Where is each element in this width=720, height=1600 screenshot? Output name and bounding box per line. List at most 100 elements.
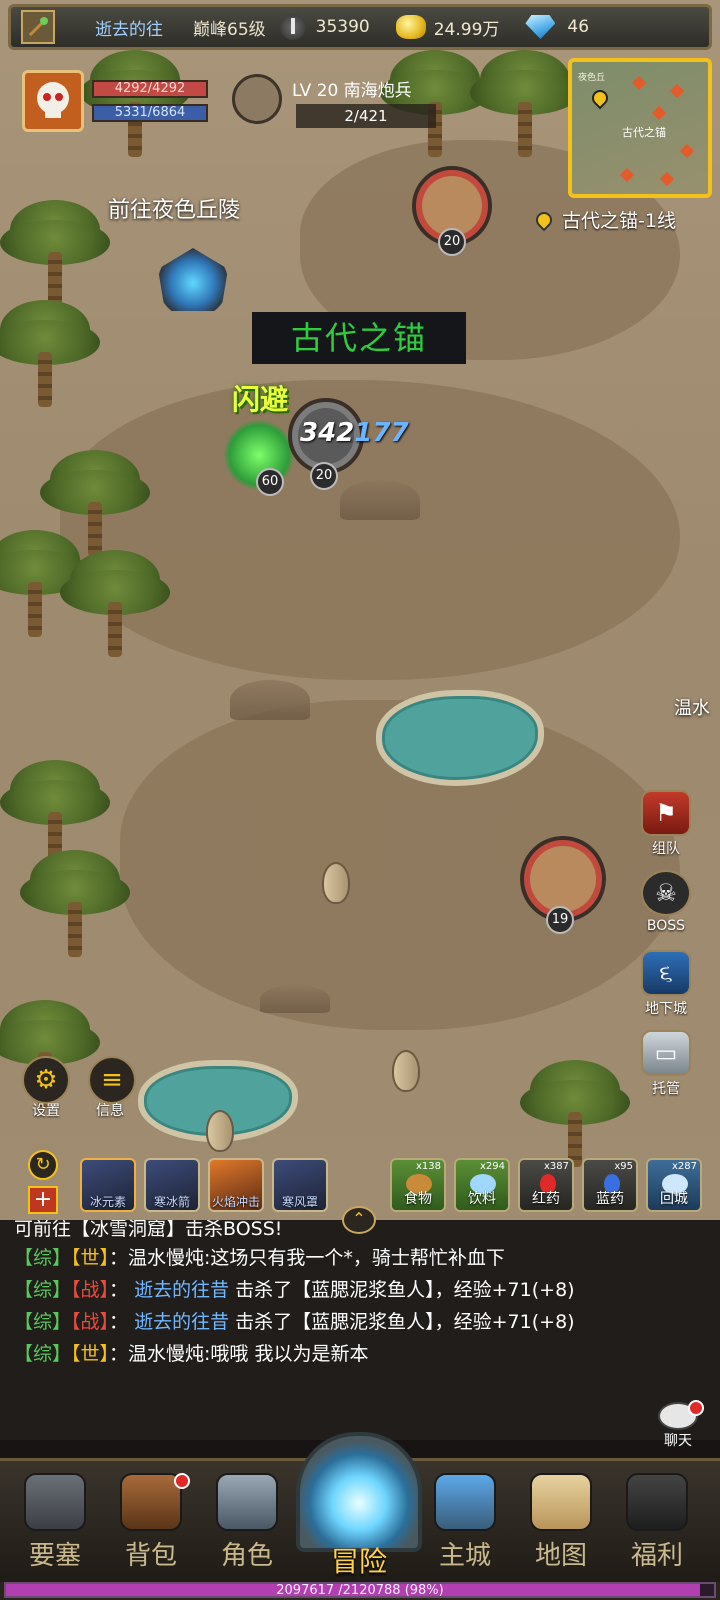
chat-player-name[interactable]: 逝去的往昔 (134, 1279, 229, 1301)
nav-map[interactable]: 地图 (520, 1473, 602, 1583)
skill-slot[interactable]: 寒风罩 (272, 1158, 328, 1212)
minimap-marker (659, 171, 675, 187)
chat-text: 击杀了【蓝腮泥浆鱼人】，经验+71(+8) (229, 1311, 575, 1333)
chat-button-label: 聊天 (664, 1433, 692, 1449)
minimap-marker (669, 83, 685, 99)
peak-level: 巅峰65级 (193, 19, 266, 40)
nav-welfare[interactable]: 福利 (616, 1473, 698, 1583)
item-slot-food[interactable]: x138 食物 (390, 1158, 446, 1212)
nav-main-city[interactable]: 主城 (424, 1473, 506, 1583)
nav-fortress[interactable]: 要塞 (14, 1473, 96, 1583)
nav-adventure[interactable]: 冒险 (296, 1432, 422, 1582)
item-count: x138 (415, 1161, 441, 1172)
minimap[interactable]: 夜色丘 古代之锚 (568, 58, 712, 198)
player-level-badge: 60 (256, 468, 284, 496)
palm-tree (80, 40, 190, 160)
gift-pot-icon (626, 1473, 688, 1531)
palm-tree (20, 840, 130, 960)
dungeon-swirl-icon: ૬ (641, 950, 691, 996)
settings-button[interactable]: ⚙ (22, 1056, 70, 1104)
chat-channel-tag: 【综】 (14, 1343, 72, 1365)
skill-name: 火焰冲击 (211, 1195, 260, 1209)
info-button[interactable]: ≡ (88, 1056, 136, 1104)
chat-type-tag: 【战】 (71, 1279, 110, 1301)
staff-icon[interactable] (21, 10, 55, 44)
item-slot-return-scroll[interactable]: x287 回城 (646, 1158, 702, 1212)
damage-value-blue: 177 (354, 418, 409, 448)
boss-button[interactable]: ☠ BOSS (636, 870, 696, 938)
chat-type-tag: 【世】 (71, 1343, 110, 1365)
zone-channel-label: 古代之锚-1线 (562, 210, 676, 232)
diamond-stat[interactable]: 46 (525, 15, 589, 39)
rock (322, 862, 350, 904)
backpack-icon (120, 1473, 182, 1531)
player-avatar[interactable] (22, 70, 84, 132)
palm-tree (0, 290, 100, 410)
item-slot-drink[interactable]: x294 饮料 (454, 1158, 510, 1212)
auto-button[interactable]: ▭ 托管 (636, 1030, 696, 1098)
notification-dot (688, 1400, 704, 1416)
mp-bar: 5331/6864 (92, 104, 208, 122)
gold-stat[interactable]: 24.99万 (395, 15, 499, 40)
scroll-map-icon (530, 1473, 592, 1531)
power-value: 35390 (315, 17, 370, 37)
chat-player-name[interactable]: 逝去的往昔 (134, 1311, 229, 1333)
item-count: x387 (543, 1161, 569, 1172)
chat-message: 【综】【世】：温水慢炖:这场只有我一个*，骑士帮忙补血下 (14, 1242, 706, 1274)
minimap-marker (631, 75, 647, 91)
nav-label: 背包 (124, 1541, 177, 1571)
skull-icon: ☠ (641, 870, 691, 916)
nav-label: 福利 (630, 1541, 683, 1571)
skill-slot[interactable]: 火焰冲击 (208, 1158, 264, 1212)
palm-tree (60, 540, 170, 660)
experience-bar: 2097617 /2120788 (98%) (4, 1582, 716, 1598)
diamond-value: 46 (567, 17, 590, 37)
power-stat: 35390 (279, 14, 370, 40)
nav-backpack[interactable]: 背包 (110, 1473, 192, 1583)
rock-mound (230, 680, 310, 720)
top-status-bar: 逝去的往 巅峰65级 35390 24.99万 46 (8, 4, 712, 50)
teleport-portal[interactable] (158, 248, 228, 311)
location-pin-icon (588, 86, 612, 110)
nav-label: 地图 (534, 1541, 587, 1571)
info-label: 信息 (96, 1103, 124, 1119)
castle-icon (434, 1473, 496, 1531)
enemy-level-badge: 20 (438, 228, 466, 256)
chat-expand-button[interactable]: ⌃ (342, 1206, 376, 1234)
nav-label: 冒险 (330, 1545, 387, 1578)
menu-lines-icon: ≡ (101, 1065, 123, 1095)
target-avatar[interactable] (232, 74, 282, 124)
helmet-icon (216, 1473, 278, 1531)
chat-button[interactable]: 聊天 (650, 1400, 706, 1452)
boss-label: BOSS (646, 918, 686, 934)
item-slot-blue-potion[interactable]: x95 蓝药 (582, 1158, 638, 1212)
minimap-marker (619, 167, 635, 183)
target-kill-count: 2/421 (296, 104, 436, 128)
item-count: x287 (671, 1161, 697, 1172)
item-slot-red-potion[interactable]: x387 红药 (518, 1158, 574, 1212)
team-button[interactable]: ⚑ 组队 (636, 790, 696, 858)
item-name: 回城 (660, 1191, 688, 1207)
skill-slot[interactable]: 寒冰箭 (144, 1158, 200, 1212)
damage-floating-text: 342177 (300, 418, 409, 448)
auto-label: 托管 (652, 1081, 680, 1097)
goto-destination-link[interactable]: 前往夜色丘陵 (108, 192, 240, 224)
east-exit-label[interactable]: 温水 (674, 694, 710, 720)
nav-character[interactable]: 角色 (206, 1473, 288, 1583)
chat-text: ：温水慢炖:哦哦 我以为是新本 (109, 1343, 369, 1365)
zone-channel[interactable]: 古代之锚-1线 (532, 206, 676, 233)
rock-mound (260, 985, 330, 1013)
chat-channel-tag: 【综】 (14, 1311, 72, 1333)
dungeon-button[interactable]: ૬ 地下城 (636, 950, 696, 1018)
damage-value: 342 (300, 418, 355, 448)
skill-slot[interactable]: 冰元素 (80, 1158, 136, 1212)
chat-type-tag: 【世】 (71, 1247, 110, 1269)
skill-name: 冰元素 (89, 1195, 126, 1209)
chat-channel-tag: 【综】 (14, 1279, 72, 1301)
gold-coin-icon (395, 15, 426, 39)
hp-bar: 4292/4292 (92, 80, 208, 98)
chat-panel[interactable]: 可前往【冰雪洞窟】击杀BOSS! 【综】【世】：温水慢炖:这场只有我一个*，骑士… (0, 1220, 720, 1458)
minimap-marker (679, 143, 695, 159)
minimap-area-label: 古代之锚 (622, 126, 666, 139)
nav-label: 角色 (220, 1541, 273, 1571)
